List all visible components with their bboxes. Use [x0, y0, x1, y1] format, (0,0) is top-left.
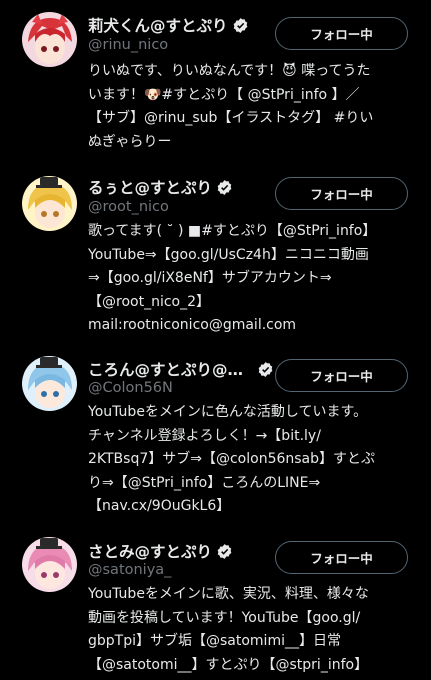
bio-line: います！🐶#すとぷり【 @StPri_info 】／	[88, 86, 360, 103]
following-button[interactable]: フォロー中	[275, 359, 408, 392]
bio: YouTubeをメインに歌、実況、料理、様々な 動画を投稿しています！YouTu…	[88, 583, 413, 677]
bio-line: YouTubeをメインに色んな活動しています。	[88, 404, 368, 420]
handle: @root_nico	[88, 199, 169, 215]
verified-badge-icon	[233, 17, 247, 33]
bio-line: gbpTpi】サブ垢【@satomimi__】日常	[88, 633, 341, 649]
following-button[interactable]: フォロー中	[275, 541, 408, 574]
bio: YouTubeをメインに色んな活動しています。 チャンネル登録よろしく！→【bi…	[88, 401, 413, 519]
bio-line: YouTube⇒【goo.gl/UsCz4h】ニコニコ動画	[88, 246, 369, 263]
bio-line: り⇒【@StPri_info】ころんのLINE⇒	[88, 474, 321, 491]
handle: @rinu_nico	[88, 37, 169, 53]
avatar[interactable]	[22, 356, 77, 411]
bio: りいぬです、りいぬなんです！😈 喋ってうた います！🐶#すとぷり【 @StPri…	[88, 60, 413, 154]
bio: 歌ってます( ˘ ) ■#すとぷり【@StPri_info】 YouTube⇒【…	[88, 220, 413, 338]
bio-line: チャンネル登録よろしく！→【bit.ly/	[88, 427, 321, 444]
display-name[interactable]: さとみ@すとぷり	[88, 540, 212, 562]
verified-badge-icon	[217, 179, 232, 195]
bio-line: 【@root_nico_2】	[88, 293, 211, 310]
display-name[interactable]: るぅと@すとぷり	[88, 176, 212, 198]
following-button[interactable]: フォロー中	[275, 177, 408, 210]
bio-line: 歌ってます( ˘ ) ■#すとぷり【@StPri_info】	[88, 223, 377, 239]
bio-line: YouTubeをメインに歌、実況、料理、様々な	[88, 586, 369, 602]
avatar[interactable]	[22, 12, 77, 67]
bio-line: 【nav.cx/9OuGkL6】	[88, 498, 231, 514]
bio-line: 【サブ】@rinu_sub【イラストタグ】 #りい	[88, 110, 374, 126]
bio-line: ⇒【goo.gl/iX8eNf】サブアカウント⇒	[88, 270, 332, 286]
bio-line: 【@satotomi__】すとぷり【@stpri_info】	[88, 656, 369, 673]
bio-line: りいぬです、りいぬなんです！😈 喋ってうた	[88, 63, 371, 79]
bio-line: 動画を投稿しています！YouTube【goo.gl/	[88, 609, 361, 626]
handle: @Colon56N	[88, 380, 173, 396]
verified-badge-icon	[217, 543, 232, 559]
display-name[interactable]: 莉犬くん@すとぷり	[88, 14, 228, 36]
bio-line: ぬぎゃらりー	[88, 133, 172, 150]
bio-line: mail:rootniconico@gmail.com	[88, 317, 297, 333]
handle: @satoniya_	[88, 562, 172, 578]
avatar[interactable]	[22, 537, 77, 592]
display-name[interactable]: ころん@すとぷり@生…	[88, 358, 253, 380]
following-button[interactable]: フォロー中	[275, 17, 408, 50]
avatar[interactable]	[22, 176, 77, 231]
bio-line: 2KTBsq7】サブ⇒【@colon56nsab】すとぷ	[88, 451, 376, 467]
verified-badge-icon	[258, 361, 273, 377]
